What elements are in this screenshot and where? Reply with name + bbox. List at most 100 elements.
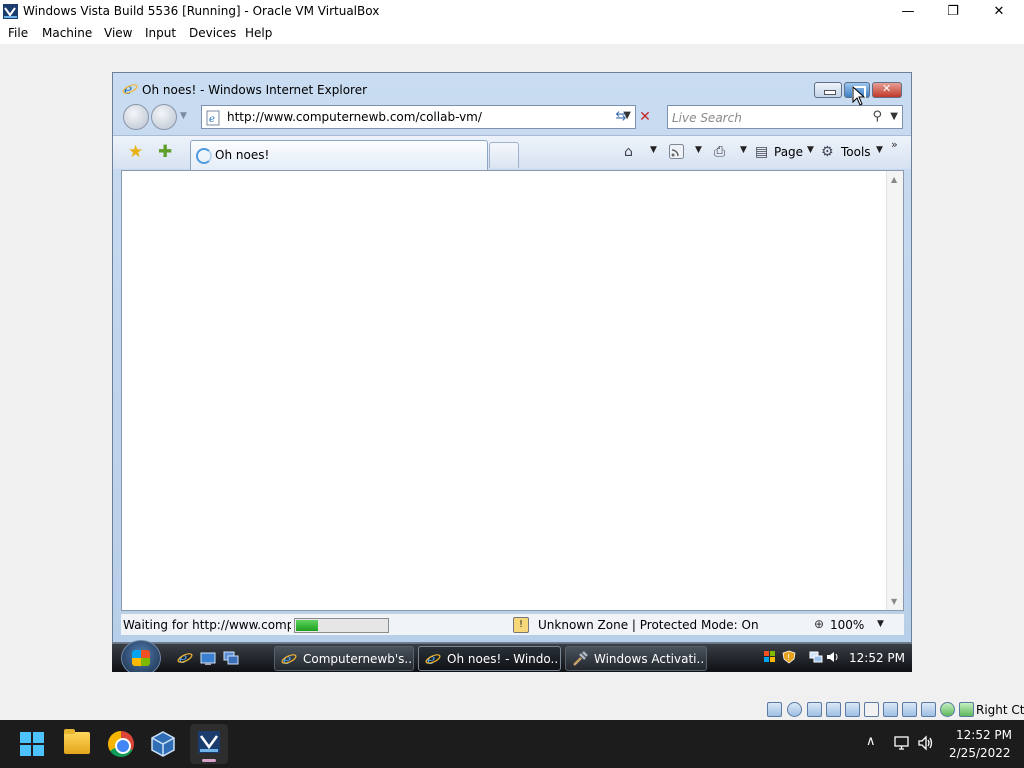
refresh-icon[interactable]: ⇆ (610, 106, 632, 128)
network-icon[interactable] (809, 650, 823, 664)
volume-icon[interactable] (917, 734, 935, 752)
hard-disk-icon[interactable] (767, 702, 782, 717)
minimize-button[interactable]: — (885, 0, 931, 23)
vista-taskbar: e e Computernewb's... e Oh noes! - Windo… (112, 640, 912, 672)
status-bar: Waiting for http://www.computernewb.com/… (121, 613, 904, 635)
virtualbox-titlebar[interactable]: Windows Vista Build 5536 [Running] - Ora… (0, 0, 1024, 23)
volume-icon[interactable] (826, 650, 840, 664)
menu-file[interactable]: File (8, 26, 28, 40)
page-menu-icon[interactable]: ▤ (755, 144, 768, 160)
keyboard-capture-icon[interactable] (959, 702, 974, 717)
switch-windows-icon[interactable] (223, 650, 239, 666)
usb-icon[interactable] (845, 702, 860, 717)
security-zone-icon[interactable]: ! (513, 617, 529, 633)
add-favorite-icon[interactable]: ✚ (158, 144, 172, 161)
home-icon[interactable]: ⌂ (624, 144, 633, 160)
page-menu-button[interactable]: Page (774, 144, 803, 160)
virtualbox-manager-icon[interactable] (150, 730, 176, 758)
back-button[interactable] (123, 104, 149, 130)
menu-machine[interactable]: Machine (42, 26, 92, 40)
window-title: Windows Vista Build 5536 [Running] - Ora… (23, 4, 380, 18)
new-tab-button[interactable] (489, 142, 519, 168)
close-button[interactable]: ✕ (976, 0, 1022, 23)
host-clock-time[interactable]: 12:52 PM (956, 728, 1012, 742)
ie-titlebar[interactable]: e Oh noes! - Windows Internet Explorer (113, 73, 911, 101)
vertical-scrollbar[interactable]: ▲ ▼ (886, 171, 903, 610)
home-dropdown-icon[interactable]: ▼ (650, 145, 657, 155)
ie-close-button[interactable] (872, 82, 902, 98)
svg-text:e: e (427, 652, 435, 667)
vista-clock[interactable]: 12:52 PM (849, 651, 905, 665)
host-key-label[interactable]: Right Ctrl (976, 703, 1024, 717)
search-icon[interactable]: ⚲ (872, 109, 882, 124)
ie-minimize-button[interactable] (814, 82, 842, 98)
recent-pages-chevron-icon[interactable]: ▼ (180, 111, 187, 121)
tools-dropdown-icon[interactable]: ▼ (876, 145, 883, 155)
forward-button[interactable] (151, 104, 177, 130)
tab-label: Oh noes! (215, 148, 270, 162)
svg-text:e: e (179, 651, 187, 666)
menu-bar: File Machine View Input Devices Help (0, 23, 1024, 44)
shared-folders-icon[interactable] (864, 702, 879, 717)
quicklaunch-ie-icon[interactable]: e (177, 650, 193, 666)
zoom-level[interactable]: 100% (830, 618, 864, 632)
mouse-integration-icon[interactable] (940, 702, 955, 717)
tools-menu-button[interactable]: Tools (841, 144, 871, 160)
more-commands-icon[interactable]: » (891, 138, 898, 151)
virtualbox-vm-taskbar-button[interactable] (190, 724, 228, 764)
search-box[interactable]: Live Search ⚲ ▼ (667, 105, 903, 129)
optical-drive-icon[interactable] (787, 702, 802, 717)
print-icon[interactable]: ⎙ (714, 144, 725, 160)
search-placeholder[interactable]: Live Search (672, 111, 742, 125)
activation-icon (573, 651, 588, 666)
status-text: Waiting for http://www.computernewb.com/… (123, 618, 291, 632)
feeds-dropdown-icon[interactable]: ▼ (695, 145, 702, 155)
print-dropdown-icon[interactable]: ▼ (740, 145, 747, 155)
virtualbox-vm-icon (198, 731, 220, 753)
vista-start-button[interactable] (121, 640, 161, 672)
loading-spinner-icon (196, 148, 212, 164)
address-url[interactable]: http://www.computernewb.com/collab-vm/ (227, 110, 482, 124)
scroll-up-icon[interactable]: ▲ (891, 175, 897, 184)
chrome-icon[interactable] (108, 731, 134, 757)
menu-input[interactable]: Input (145, 26, 176, 40)
menu-view[interactable]: View (104, 26, 132, 40)
web-content[interactable]: ▲ ▼ (121, 170, 904, 611)
virtualization-icon[interactable] (921, 702, 936, 717)
vbox-status-bar: Right Ctrl (767, 701, 1024, 719)
audio-icon[interactable] (807, 702, 822, 717)
menu-help[interactable]: Help (245, 26, 272, 40)
page-menu-dropdown-icon[interactable]: ▼ (807, 145, 814, 155)
guest-display[interactable]: e Oh noes! - Windows Internet Explorer ▼… (112, 72, 912, 672)
file-explorer-icon[interactable] (64, 729, 90, 754)
restore-button[interactable]: ❐ (930, 0, 976, 23)
restore-icon: ❐ (947, 4, 959, 19)
host-start-windows-icon[interactable] (20, 732, 44, 756)
display-icon[interactable] (883, 702, 898, 717)
zoom-icon[interactable]: ⊕ (814, 617, 824, 631)
host-clock-date[interactable]: 2/25/2022 (949, 746, 1011, 760)
network-adapter-icon[interactable] (826, 702, 841, 717)
security-zone-text[interactable]: Unknown Zone | Protected Mode: On (538, 618, 759, 632)
tab-oh-noes[interactable]: Oh noes! (190, 140, 488, 170)
security-shield-icon[interactable]: ! (782, 650, 796, 664)
scroll-down-icon[interactable]: ▼ (891, 597, 897, 606)
svg-text:e: e (283, 652, 291, 667)
windows-flag-tray-icon[interactable] (763, 650, 777, 664)
address-bar[interactable]: e http://www.computernewb.com/collab-vm/… (201, 105, 636, 129)
video-capture-icon[interactable] (902, 702, 917, 717)
feeds-icon[interactable] (669, 144, 684, 159)
show-desktop-icon[interactable] (200, 650, 216, 666)
command-bar: ★ ✚ Oh noes! ⌂ ▼ ▼ ⎙ ▼ ▤ Page ▼ ⚙ Tools … (113, 135, 911, 170)
show-hidden-icons-icon[interactable]: ∧ (866, 734, 876, 749)
stop-icon[interactable]: ✕ (634, 106, 656, 128)
taskbar-button-windows-activation[interactable]: Windows Activati... (565, 646, 707, 671)
taskbar-button-computernewb[interactable]: e Computernewb's... (274, 646, 414, 671)
favorites-star-icon[interactable]: ★ (128, 144, 143, 161)
taskbar-button-oh-noes[interactable]: e Oh noes! - Windo... (418, 646, 561, 671)
network-icon[interactable] (893, 734, 911, 752)
search-dropdown-icon[interactable]: ▼ (890, 111, 898, 122)
menu-devices[interactable]: Devices (189, 26, 236, 40)
zoom-dropdown-icon[interactable]: ▼ (877, 619, 884, 629)
tools-gear-icon[interactable]: ⚙ (821, 144, 834, 160)
